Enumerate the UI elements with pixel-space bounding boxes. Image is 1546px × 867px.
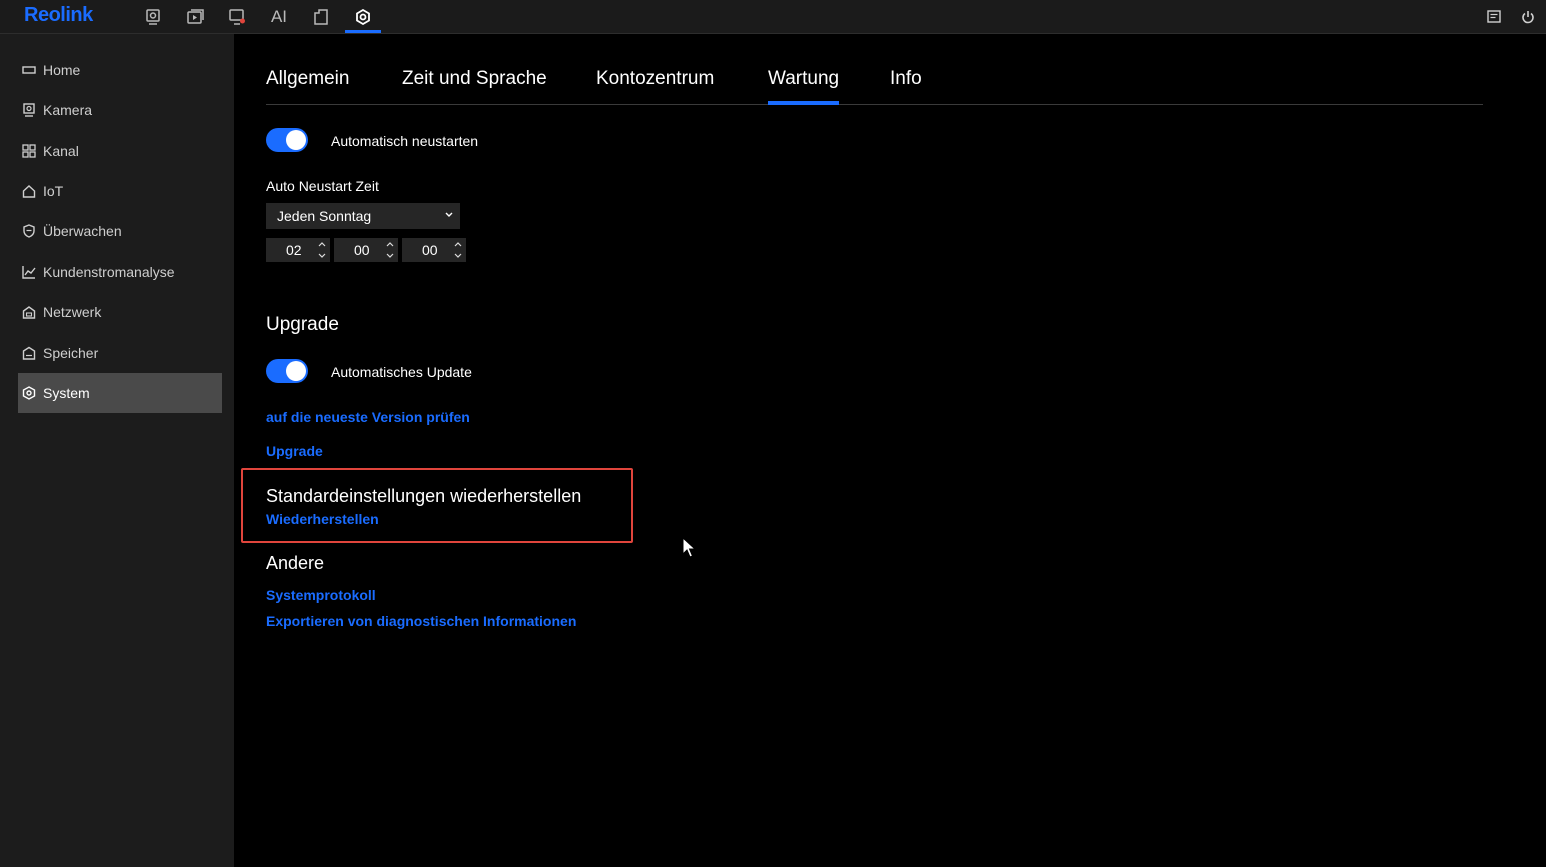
upgrade-link[interactable]: Upgrade [266,443,323,459]
restart-day-value: Jeden Sonntag [277,208,372,224]
stepper-arrows-icon[interactable] [385,239,395,261]
gear-icon [22,386,36,400]
network-icon [22,305,36,319]
auto-update-toggle[interactable] [266,359,308,383]
toggle-knob [286,130,306,150]
upgrade-heading: Upgrade [266,314,339,335]
sidebar-item-home[interactable]: Home [18,50,222,90]
sidebar-item-label: Kanal [43,143,79,159]
toggle-knob [286,361,306,381]
sidebar-item-label: Speicher [43,345,99,361]
restart-day-select[interactable]: Jeden Sonntag [266,203,460,229]
restore-link[interactable]: Wiederherstellen [266,511,379,527]
iot-home-icon [22,184,36,198]
channel-grid-icon [22,144,36,158]
top-bar: Reolink AI [0,0,1546,34]
auto-restart-toggle[interactable] [266,128,308,152]
stepper-arrows-icon[interactable] [453,239,463,261]
file-icon[interactable] [303,0,339,33]
sidebar: Home Kamera Kanal IoT Überwachen Kundens… [0,34,234,867]
other-heading: Andere [266,553,325,573]
settings-icon[interactable] [345,0,381,33]
tab-zeit-und-sprache[interactable]: Zeit und Sprache [402,68,547,104]
sidebar-item-ueberwachen[interactable]: Überwachen [18,211,222,251]
sidebar-item-iot[interactable]: IoT [18,171,222,211]
sidebar-item-label: Überwachen [43,223,122,239]
sidebar-item-kamera[interactable]: Kamera [18,90,222,130]
storage-icon [22,346,36,360]
sidebar-item-label: Kamera [43,102,93,118]
stepper-arrows-icon[interactable] [317,239,327,261]
sidebar-item-label: Netzwerk [43,304,102,320]
sidebar-item-label: System [43,385,90,401]
sidebar-item-netzwerk[interactable]: Netzwerk [18,292,222,332]
camera-nav-icon[interactable] [135,0,171,33]
message-icon[interactable] [1482,0,1506,33]
settings-tabs: Allgemein Zeit und Sprache Kontozentrum … [266,68,1483,105]
tab-allgemein[interactable]: Allgemein [266,68,349,104]
sidebar-item-system[interactable]: System [18,373,222,413]
system-log-link[interactable]: Systemprotokoll [266,587,376,603]
restart-hour-value: 02 [286,242,302,258]
ai-nav-item[interactable]: AI [261,0,297,33]
restart-hour-stepper[interactable]: 02 [266,238,330,262]
restart-minute-value: 00 [354,242,370,258]
tab-info[interactable]: Info [890,68,922,104]
playback-icon[interactable] [177,0,213,33]
tab-wartung[interactable]: Wartung [768,68,840,105]
power-icon[interactable] [1516,0,1540,33]
sidebar-item-kundenstromanalyse[interactable]: Kundenstromanalyse [18,252,222,292]
restart-second-value: 00 [422,242,438,258]
camera-icon [22,103,36,117]
export-diagnostics-link[interactable]: Exportieren von diagnostischen Informati… [266,613,576,629]
sidebar-item-speicher[interactable]: Speicher [18,333,222,373]
restart-second-stepper[interactable]: 00 [402,238,466,262]
logo: Reolink [24,4,93,26]
mouse-cursor-icon [682,537,697,558]
main-content: Allgemein Zeit und Sprache Kontozentrum … [234,34,1546,867]
chevron-down-icon [444,208,454,225]
auto-update-label: Automatisches Update [331,364,472,380]
restart-minute-stepper[interactable]: 00 [334,238,398,262]
alarm-icon[interactable] [219,0,255,33]
restore-heading: Standardeinstellungen wiederherstellen [266,486,582,506]
check-version-link[interactable]: auf die neueste Version prüfen [266,409,470,425]
sidebar-item-label: Home [43,62,81,78]
chart-icon [22,265,36,279]
restart-time-label: Auto Neustart Zeit [266,178,379,194]
sidebar-item-label: Kundenstromanalyse [43,264,175,280]
sidebar-item-kanal[interactable]: Kanal [18,131,222,171]
sidebar-item-label: IoT [43,183,64,199]
tab-kontozentrum[interactable]: Kontozentrum [596,68,714,104]
shield-icon [22,224,36,238]
auto-restart-label: Automatisch neustarten [331,133,479,149]
home-icon [22,63,36,77]
